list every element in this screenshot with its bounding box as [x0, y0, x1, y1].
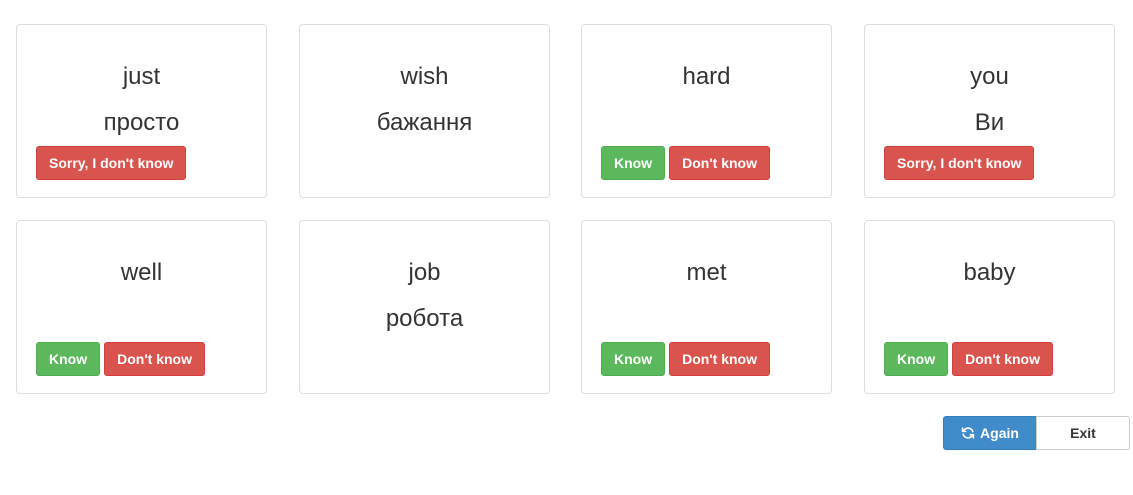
word-card: well Know Don't know — [16, 220, 267, 394]
word-card: baby Know Don't know — [864, 220, 1115, 394]
know-button[interactable]: Know — [36, 342, 101, 376]
card-word: just — [122, 63, 161, 90]
card-word: hard — [682, 63, 731, 90]
sorry-dont-know-button[interactable]: Sorry, I don't know — [884, 146, 1035, 180]
card-translation: робота — [385, 305, 464, 332]
card-word: baby — [963, 259, 1016, 286]
footer-actions: Again Exit — [943, 416, 1130, 450]
card-word: well — [120, 259, 163, 286]
card-translation: Ви — [974, 109, 1005, 136]
word-card: job робота — [299, 220, 550, 394]
sorry-dont-know-button[interactable]: Sorry, I don't know — [36, 146, 187, 180]
exit-button[interactable]: Exit — [1036, 416, 1130, 450]
card-word: met — [686, 259, 727, 286]
dont-know-button[interactable]: Don't know — [952, 342, 1053, 376]
word-card: you Ви Sorry, I don't know — [864, 24, 1115, 198]
word-card: wish бажання — [299, 24, 550, 198]
know-button[interactable]: Know — [601, 342, 666, 376]
dont-know-button[interactable]: Don't know — [104, 342, 205, 376]
card-word: job — [408, 259, 441, 286]
word-card: just просто Sorry, I don't know — [16, 24, 267, 198]
know-button[interactable]: Know — [601, 146, 666, 180]
refresh-icon — [961, 427, 975, 439]
know-button[interactable]: Know — [884, 342, 949, 376]
card-translation: бажання — [376, 109, 473, 136]
again-button[interactable]: Again — [943, 416, 1037, 450]
word-card: hard Know Don't know — [581, 24, 832, 198]
again-label: Again — [980, 425, 1019, 441]
dont-know-button[interactable]: Don't know — [669, 342, 770, 376]
word-card: met Know Don't know — [581, 220, 832, 394]
card-word: you — [970, 63, 1009, 90]
dont-know-button[interactable]: Don't know — [669, 146, 770, 180]
card-translation: просто — [103, 109, 180, 136]
card-word: wish — [400, 63, 449, 90]
